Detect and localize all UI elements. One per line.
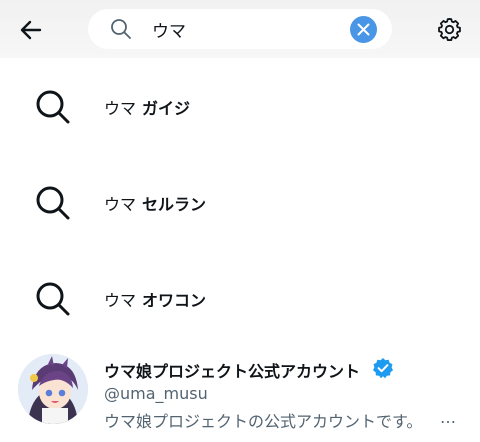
- bio-overflow-ellipsis: …: [440, 408, 456, 427]
- account-bio: ウマ娘プロジェクトの公式アカウントです。: [104, 412, 423, 431]
- search-icon: [36, 90, 70, 124]
- account-handle: @uma_musu: [104, 384, 208, 403]
- settings-button[interactable]: [436, 16, 463, 43]
- close-icon: [357, 23, 370, 36]
- search-header: [0, 0, 480, 58]
- avatar[interactable]: [18, 354, 88, 424]
- clear-search-button[interactable]: [350, 16, 377, 43]
- suggestion-query: ウマ: [104, 195, 137, 214]
- avatar-image: [18, 354, 88, 424]
- search-icon: [36, 282, 70, 316]
- suggestion-completion: ガイジ: [142, 99, 191, 118]
- back-button[interactable]: [18, 17, 44, 43]
- search-icon: [111, 19, 131, 39]
- suggestion-query: ウマ: [104, 291, 137, 310]
- search-icon: [36, 186, 70, 220]
- account-name: ウマ娘プロジェクト公式アカウント: [104, 362, 361, 381]
- suggestion-completion: オワコン: [142, 291, 207, 310]
- suggestion-text: ウマ セルラン: [104, 191, 206, 215]
- suggestion-text: ウマ オワコン: [104, 287, 206, 311]
- suggestion-item[interactable]: ウマ セルラン: [0, 154, 480, 250]
- search-input[interactable]: [152, 16, 342, 42]
- arrow-left-icon: [20, 20, 42, 40]
- suggestion-item[interactable]: ウマ オワコン: [0, 250, 480, 346]
- suggestion-item[interactable]: ウマ ガイジ: [0, 58, 480, 154]
- suggestion-text: ウマ ガイジ: [104, 95, 190, 119]
- suggestion-completion: セルラン: [142, 195, 207, 214]
- suggestion-query: ウマ: [104, 99, 137, 118]
- gear-icon: [438, 18, 461, 41]
- verified-badge-icon: [373, 358, 393, 379]
- account-result[interactable]: ウマ娘プロジェクト公式アカウント @uma_musu ウマ娘プロジェクトの公式ア…: [0, 346, 480, 442]
- search-bar[interactable]: [88, 9, 392, 49]
